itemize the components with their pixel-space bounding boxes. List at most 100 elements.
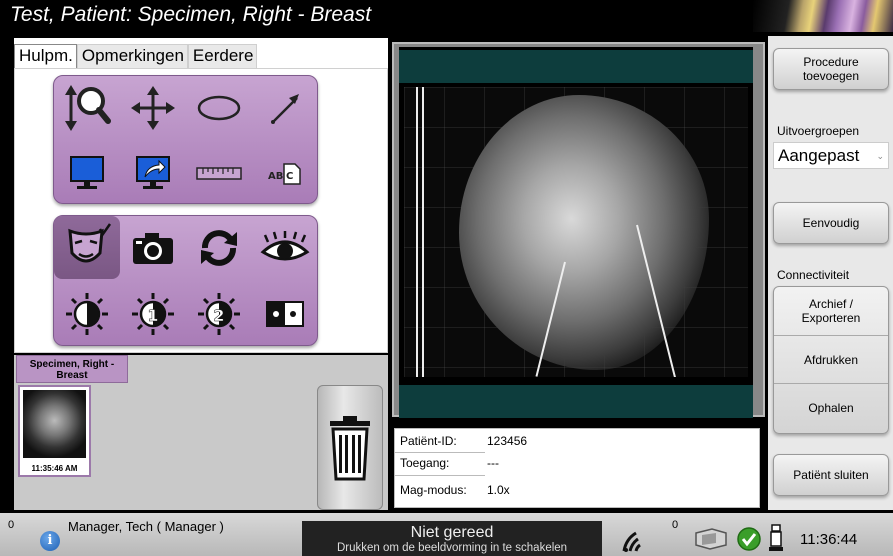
status-hint: Drukken om de beeldvorming in te schakel… bbox=[336, 542, 568, 554]
simple-button[interactable]: Eenvoudig bbox=[773, 202, 889, 244]
tool-panel: AB C 1 2 bbox=[14, 68, 388, 353]
dual-display-icon bbox=[266, 300, 304, 327]
info-icon[interactable]: i bbox=[40, 531, 60, 551]
window-title: Test, Patient: Specimen, Right - Breast bbox=[10, 3, 372, 26]
ruler-tool[interactable] bbox=[186, 141, 252, 204]
current-user[interactable]: Manager, Tech ( Manager ) bbox=[68, 519, 224, 534]
export-tool[interactable] bbox=[120, 141, 186, 204]
image-thumbnail[interactable]: 11:35:46 AM bbox=[18, 385, 91, 477]
monitor-icon bbox=[70, 155, 104, 189]
viewer-bottom-band bbox=[399, 385, 753, 418]
viewer-top-band bbox=[399, 50, 753, 83]
zoom-tool[interactable] bbox=[54, 76, 120, 139]
xray-tube-icon[interactable] bbox=[768, 523, 784, 553]
access-value: --- bbox=[487, 456, 499, 470]
output-groups-label: Uitvoergroepen bbox=[777, 124, 860, 138]
output-groups-value: Aangepast bbox=[778, 146, 860, 165]
thumbnail-tab[interactable]: Specimen, Right - Breast bbox=[16, 355, 128, 383]
mag-mode-value: 1.0x bbox=[487, 483, 510, 497]
window-level-2-icon: 2 bbox=[198, 292, 240, 335]
ruler-icon bbox=[196, 166, 242, 180]
face-check-tool[interactable] bbox=[54, 216, 120, 279]
access-label: Toegang: bbox=[400, 456, 450, 470]
left-panel: Hulpm. Opmerkingen Eerdere AB C 1 2 bbox=[14, 38, 388, 353]
archive-export-button[interactable]: Archief / Exporteren bbox=[774, 297, 888, 325]
output-device-icon[interactable] bbox=[692, 525, 730, 551]
xray-marker-line bbox=[416, 87, 418, 377]
zoom-icon bbox=[65, 84, 111, 131]
title-bar: Test, Patient: Specimen, Right - Breast bbox=[0, 0, 893, 32]
camera-icon bbox=[133, 232, 173, 264]
window-level-1-number: 1 bbox=[147, 306, 158, 325]
text-annotation-tool[interactable]: AB C bbox=[252, 141, 318, 204]
right-panel: Procedure toevoegen Uitvoergroepen Aange… bbox=[768, 36, 893, 510]
check-status-icon[interactable] bbox=[737, 527, 761, 551]
tool-group-1: AB C bbox=[53, 75, 318, 204]
pan-tool[interactable] bbox=[120, 76, 186, 139]
title-decoration bbox=[753, 0, 893, 32]
wireless-icon[interactable] bbox=[620, 525, 654, 553]
monitor-tool[interactable] bbox=[54, 141, 120, 204]
clock: 11:36:44 bbox=[800, 531, 858, 548]
chevron-down-icon: ⌄ bbox=[876, 151, 884, 161]
xray-marker-line-2 bbox=[422, 87, 424, 377]
mag-mode-row: Mag-modus: 1.0x bbox=[400, 483, 510, 497]
patient-id-value: 123456 bbox=[487, 434, 528, 448]
svg-text:C: C bbox=[286, 171, 293, 182]
image-viewer[interactable] bbox=[392, 42, 765, 418]
trash-icon bbox=[330, 415, 370, 480]
tab-strip: Hulpm. Opmerkingen Eerdere bbox=[14, 44, 258, 68]
window-level-1-icon: 1 bbox=[132, 292, 174, 335]
refresh-tool[interactable] bbox=[186, 216, 252, 279]
face-check-icon bbox=[68, 222, 112, 262]
eye-icon bbox=[260, 230, 310, 260]
mag-mode-label: Mag-modus: bbox=[400, 483, 467, 497]
tab-notes[interactable]: Opmerkingen bbox=[76, 44, 188, 68]
patient-info-box: Patiënt-ID: 123456 Toegang: --- Mag-modus:… bbox=[394, 428, 760, 508]
alarm-count: 0 bbox=[8, 519, 15, 531]
queue-count: 0 bbox=[672, 519, 679, 531]
dual-display-tool[interactable] bbox=[252, 282, 318, 345]
window-level-1-tool[interactable]: 1 bbox=[120, 282, 186, 345]
group-separator bbox=[774, 383, 888, 384]
info-divider bbox=[395, 452, 485, 453]
add-procedure-button[interactable]: Procedure toevoegen bbox=[773, 48, 889, 90]
pan-icon bbox=[131, 85, 175, 130]
export-icon bbox=[136, 155, 170, 189]
output-groups-select[interactable]: Aangepast ⌄ bbox=[773, 142, 889, 169]
arrow-tool[interactable] bbox=[252, 76, 318, 139]
thumbnail-area: Specimen, Right - Breast 11:35:46 AM bbox=[14, 355, 388, 510]
retrieve-button[interactable]: Ophalen bbox=[774, 401, 888, 415]
viewer-canvas bbox=[399, 47, 753, 418]
system-status-button[interactable]: Niet gereed Drukken om de beeldvorming i… bbox=[302, 521, 602, 556]
invert-icon bbox=[66, 292, 108, 335]
connectivity-group: Archief / Exporteren Afdrukken Ophalen bbox=[773, 286, 889, 434]
tab-tools[interactable]: Hulpm. bbox=[14, 44, 77, 68]
trash-button[interactable] bbox=[317, 385, 383, 510]
camera-tool[interactable] bbox=[120, 216, 186, 279]
specimen-xray-image[interactable] bbox=[404, 87, 748, 377]
print-button[interactable]: Afdrukken bbox=[774, 353, 888, 367]
arrow-icon bbox=[271, 93, 299, 124]
ellipse-tool[interactable] bbox=[186, 76, 252, 139]
thumbnail-image bbox=[23, 390, 86, 458]
info-divider bbox=[395, 475, 485, 476]
invert-tool[interactable] bbox=[54, 282, 120, 345]
svg-text:AB: AB bbox=[268, 171, 283, 182]
refresh-icon bbox=[201, 229, 237, 266]
text-annotation-icon: AB C bbox=[268, 162, 301, 185]
patient-id-label: Patiënt-ID: bbox=[400, 434, 457, 448]
thumbnail-time: 11:35:46 AM bbox=[31, 464, 78, 473]
window-level-2-number: 2 bbox=[213, 306, 224, 325]
group-separator bbox=[774, 335, 888, 336]
connectivity-label: Connectiviteit bbox=[777, 268, 850, 282]
patient-id-row: Patiënt-ID: 123456 bbox=[400, 434, 527, 448]
status-bar: 0 i Manager, Tech ( Manager ) Niet geree… bbox=[0, 513, 893, 556]
status-state: Niet gereed bbox=[410, 524, 494, 541]
close-patient-button[interactable]: Patiënt sluiten bbox=[773, 454, 889, 496]
tab-previous[interactable]: Eerdere bbox=[187, 44, 258, 68]
tool-group-2: 1 2 bbox=[53, 215, 318, 346]
window-level-2-tool[interactable]: 2 bbox=[186, 282, 252, 345]
eye-tool[interactable] bbox=[252, 216, 318, 279]
ellipse-icon bbox=[197, 95, 241, 120]
